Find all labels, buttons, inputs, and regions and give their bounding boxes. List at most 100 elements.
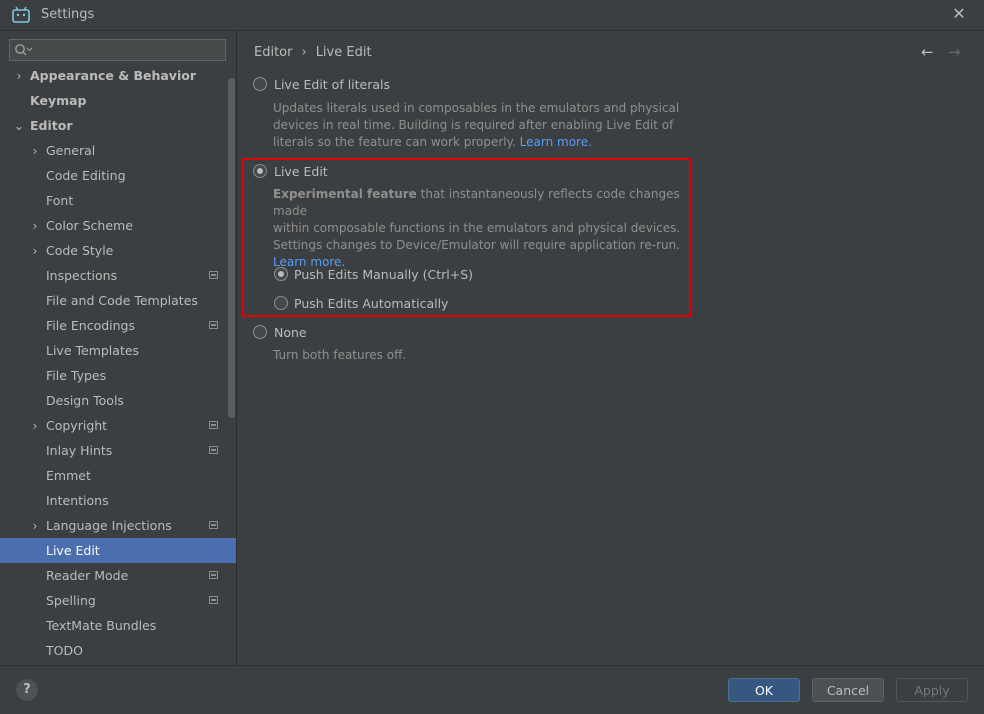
- sidebar-item-design-tools[interactable]: Design Tools: [0, 388, 236, 413]
- sidebar-item-label: Inspections: [46, 268, 118, 283]
- sidebar-item-live-templates[interactable]: Live Templates: [0, 338, 236, 363]
- sidebar-item-emmet[interactable]: Emmet: [0, 463, 236, 488]
- sidebar-item-spelling[interactable]: Spelling: [0, 588, 236, 613]
- sidebar-item-label: Font: [46, 193, 74, 208]
- chevron-right-icon[interactable]: ›: [29, 213, 41, 238]
- live-edit-desc-line3: Settings changes to Device/Emulator will…: [273, 238, 681, 252]
- sidebar-item-label: Intentions: [46, 493, 109, 508]
- sidebar-item-label: Emmet: [46, 468, 91, 483]
- sidebar-item-label: Live Edit: [46, 543, 100, 558]
- push-manual-radio[interactable]: [274, 267, 288, 281]
- sidebar-item-label: File and Code Templates: [46, 293, 198, 308]
- sidebar-scrollbar[interactable]: [228, 78, 235, 418]
- none-radio[interactable]: [253, 325, 267, 339]
- settings-sidebar: › Appearance & Behavior Keymap ⌄ Editor › Gene…: [0, 31, 236, 665]
- sidebar-item-label: TODO: [46, 643, 83, 658]
- forward-arrow-icon[interactable]: →: [948, 43, 964, 61]
- sidebar-item-language-injections[interactable]: › Language Injections: [0, 513, 236, 538]
- sidebar-item-code-style[interactable]: › Code Style: [0, 238, 236, 263]
- live-edit-radio[interactable]: [253, 164, 267, 178]
- project-settings-icon: [209, 571, 218, 579]
- live-edit-description: Experimental feature that instantaneousl…: [273, 186, 693, 271]
- literals-radio[interactable]: [253, 77, 267, 91]
- settings-content: Editor › Live Edit ← → Live Edit of litera…: [237, 31, 984, 665]
- android-studio-icon: [12, 6, 30, 23]
- sidebar-item-label: TextMate Bundles: [46, 618, 157, 633]
- sidebar-item-label: Keymap: [30, 93, 87, 108]
- sidebar-item-label: File Encodings: [46, 318, 136, 333]
- literals-label[interactable]: Live Edit of literals: [274, 77, 390, 92]
- apply-button[interactable]: Apply: [896, 678, 968, 702]
- sidebar-item-label: Code Editing: [46, 168, 126, 183]
- chevron-right-icon[interactable]: ›: [29, 238, 41, 263]
- sidebar-item-textmate-bundles[interactable]: TextMate Bundles: [0, 613, 236, 638]
- sidebar-item-reader-mode[interactable]: Reader Mode: [0, 563, 236, 588]
- project-settings-icon: [209, 321, 218, 329]
- push-auto-label[interactable]: Push Edits Automatically: [294, 296, 448, 311]
- sidebar-item-code-editing[interactable]: Code Editing: [0, 163, 236, 188]
- literals-learn-more-link[interactable]: Learn more.: [520, 135, 592, 149]
- literals-desc-line3: literals so the feature can work properl…: [273, 135, 516, 149]
- help-icon[interactable]: ?: [16, 679, 38, 701]
- chevron-right-icon[interactable]: ›: [29, 413, 41, 438]
- chevron-right-icon[interactable]: ›: [29, 138, 41, 163]
- chevron-right-icon[interactable]: ›: [13, 63, 25, 88]
- sidebar-item-keymap[interactable]: Keymap: [0, 88, 236, 113]
- breadcrumb-current: Live Edit: [315, 45, 372, 60]
- live-edit-desc-line1-wrap: Experimental feature that instantaneousl…: [273, 186, 693, 220]
- sidebar-item-general[interactable]: › General: [0, 138, 236, 163]
- sidebar-item-label: General: [46, 143, 96, 158]
- sidebar-item-label: Color Scheme: [46, 218, 133, 233]
- title-bar: Settings ✕: [0, 0, 984, 31]
- breadcrumb-parent[interactable]: Editor: [254, 45, 292, 60]
- sidebar-item-appearance-behavior[interactable]: › Appearance & Behavior: [0, 63, 236, 88]
- sidebar-item-inlay-hints[interactable]: Inlay Hints: [0, 438, 236, 463]
- sidebar-item-copyright[interactable]: › Copyright: [0, 413, 236, 438]
- chevron-right-icon[interactable]: ›: [29, 513, 41, 538]
- sidebar-item-label: Reader Mode: [46, 568, 129, 583]
- sidebar-item-editor[interactable]: ⌄ Editor: [0, 113, 236, 138]
- live-edit-label[interactable]: Live Edit: [274, 164, 328, 179]
- literals-description: Updates literals used in composables in …: [273, 100, 693, 151]
- sidebar-item-font[interactable]: Font: [0, 188, 236, 213]
- cancel-button[interactable]: Cancel: [812, 678, 884, 702]
- project-settings-icon: [209, 521, 218, 529]
- live-edit-desc-bold: Experimental feature: [273, 187, 417, 201]
- sidebar-item-label: Spelling: [46, 593, 96, 608]
- literals-desc-line2: devices in real time. Building is requir…: [273, 118, 674, 132]
- sidebar-item-intentions[interactable]: Intentions: [0, 488, 236, 513]
- window-title: Settings: [41, 7, 95, 22]
- sidebar-item-label: Copyright: [46, 418, 108, 433]
- sidebar-item-file-encodings[interactable]: File Encodings: [0, 313, 236, 338]
- literals-desc-line1: Updates literals used in composables in …: [273, 101, 680, 115]
- project-settings-icon: [209, 421, 218, 429]
- sidebar-item-label: Editor: [30, 118, 73, 133]
- sidebar-item-file-types[interactable]: File Types: [0, 363, 236, 388]
- literals-desc-line3-wrap: literals so the feature can work properl…: [273, 134, 693, 151]
- sidebar-item-label: File Types: [46, 368, 107, 383]
- breadcrumb-separator-icon: ›: [301, 45, 307, 60]
- sidebar-item-label: Design Tools: [46, 393, 124, 408]
- sidebar-item-color-scheme[interactable]: › Color Scheme: [0, 213, 236, 238]
- sidebar-item-label: Language Injections: [46, 518, 172, 533]
- push-auto-radio[interactable]: [274, 296, 288, 310]
- sidebar-item-label: Inlay Hints: [46, 443, 113, 458]
- push-manual-label[interactable]: Push Edits Manually (Ctrl+S): [294, 267, 473, 282]
- none-label[interactable]: None: [274, 325, 307, 340]
- project-settings-icon: [209, 596, 218, 604]
- back-arrow-icon[interactable]: ←: [921, 43, 937, 61]
- project-settings-icon: [209, 271, 218, 279]
- close-icon[interactable]: ✕: [950, 4, 968, 24]
- project-settings-icon: [209, 446, 218, 454]
- sidebar-item-label: Live Templates: [46, 343, 140, 358]
- sidebar-item-label: Code Style: [46, 243, 114, 258]
- chevron-down-icon[interactable]: ⌄: [13, 113, 25, 138]
- sidebar-item-todo[interactable]: TODO: [0, 638, 236, 663]
- live-edit-desc-line2: within composable functions in the emula…: [273, 221, 681, 235]
- ok-button[interactable]: OK: [728, 678, 800, 702]
- sidebar-item-inspections[interactable]: Inspections: [0, 263, 236, 288]
- search-input[interactable]: [9, 39, 226, 61]
- sidebar-item-live-edit[interactable]: Live Edit: [0, 538, 236, 563]
- sidebar-item-file-and-code-templates[interactable]: File and Code Templates: [0, 288, 236, 313]
- dialog-footer: ? OK Cancel Apply: [0, 665, 984, 714]
